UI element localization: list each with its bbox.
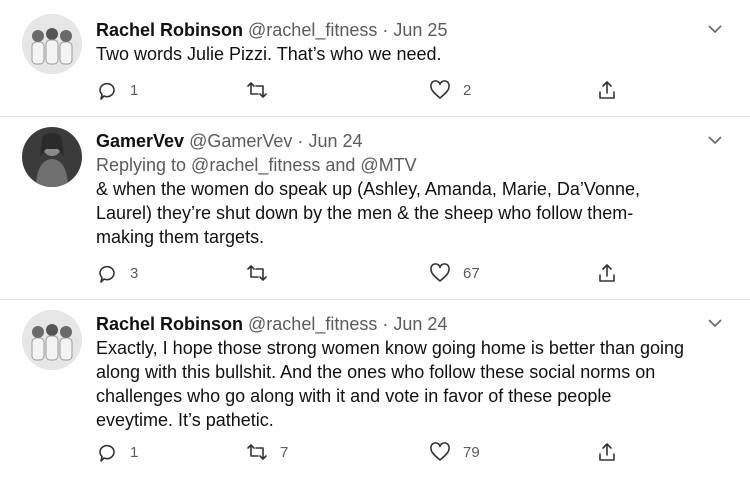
tweet-text: Two words Julie Pizzi. That’s who we nee… — [96, 42, 710, 66]
reply-count: 3 — [130, 264, 139, 282]
tweet-text-line: Exactly, I hope those strong women know … — [96, 338, 685, 358]
tweet-header: GamerVev @GamerVev · Jun 24 — [96, 129, 710, 153]
tweet-date[interactable]: Jun 25 — [393, 20, 447, 40]
retweet-button[interactable]: 7 — [246, 440, 288, 464]
display-name[interactable]: Rachel Robinson — [96, 20, 243, 40]
separator: · — [382, 314, 389, 334]
replying-to[interactable]: Replying to @rachel_fitness and @MTV — [96, 153, 710, 177]
tweet-text-line: challenges who go along with it and vote… — [96, 386, 612, 406]
tweet-text: & when the women do speak up (Ashley, Am… — [96, 177, 710, 249]
reply-button[interactable]: 3 — [96, 261, 138, 285]
separator: · — [297, 131, 304, 151]
chevron-down-icon — [708, 25, 722, 34]
tweet-actions: 1 7 79 — [96, 440, 636, 464]
heart-icon — [430, 80, 450, 99]
tweet-text-line: eveytime. It’s pathetic. — [96, 410, 274, 430]
tweet-header: Rachel Robinson @rachel_fitness · Jun 24 — [96, 312, 710, 336]
group-photo-icon — [22, 310, 82, 370]
tweet[interactable]: GamerVev @GamerVev · Jun 24 Replying to … — [0, 117, 750, 300]
heart-icon — [430, 442, 450, 461]
retweet-button[interactable] — [246, 261, 280, 285]
heart-icon — [430, 263, 450, 282]
retweet-button[interactable] — [246, 78, 280, 102]
reply-button[interactable]: 1 — [96, 78, 138, 102]
reply-count: 1 — [130, 443, 139, 461]
tweet-text-line: Laurel) they’re shut down by the men & t… — [96, 203, 634, 223]
tweet-text: Exactly, I hope those strong women know … — [96, 336, 710, 432]
share-icon — [599, 264, 615, 282]
group-photo-icon — [22, 14, 82, 74]
reply-count: 1 — [130, 81, 139, 99]
retweet-count: 7 — [280, 443, 289, 461]
speech-bubble-icon — [99, 444, 115, 462]
tweet-text-line: making them targets. — [96, 227, 265, 247]
speech-bubble-icon — [99, 265, 115, 283]
chevron-down-icon — [708, 319, 722, 328]
tweet-text-line: Two words Julie Pizzi. That’s who we nee… — [96, 44, 442, 64]
speech-bubble-icon — [99, 82, 115, 100]
avatar[interactable] — [22, 127, 82, 187]
share-button[interactable] — [596, 261, 618, 285]
reply-button[interactable]: 1 — [96, 440, 138, 464]
tweet[interactable]: Rachel Robinson @rachel_fitness · Jun 25… — [0, 0, 750, 117]
tweet-header: Rachel Robinson @rachel_fitness · Jun 25 — [96, 18, 710, 42]
retweet-icon — [247, 82, 267, 98]
share-icon — [599, 443, 615, 461]
like-button[interactable]: 79 — [429, 440, 480, 464]
tweet-date[interactable]: Jun 24 — [308, 131, 362, 151]
tweet-actions: 1 2 — [96, 78, 636, 102]
share-button[interactable] — [596, 440, 618, 464]
like-count: 2 — [463, 81, 472, 99]
tweet-date[interactable]: Jun 24 — [393, 314, 447, 334]
tweet-text-line: & when the women do speak up (Ashley, Am… — [96, 179, 640, 199]
retweet-icon — [247, 444, 267, 460]
profile-photo-icon — [22, 127, 82, 187]
more-options-button[interactable] — [706, 20, 724, 38]
tweet[interactable]: Rachel Robinson @rachel_fitness · Jun 24… — [0, 300, 750, 482]
chevron-down-icon — [708, 136, 722, 145]
separator: · — [382, 20, 389, 40]
user-handle[interactable]: @rachel_fitness — [248, 314, 377, 334]
user-handle[interactable]: @rachel_fitness — [248, 20, 377, 40]
share-icon — [599, 81, 615, 99]
like-count: 79 — [463, 443, 480, 461]
display-name[interactable]: Rachel Robinson — [96, 314, 243, 334]
share-button[interactable] — [596, 78, 618, 102]
like-button[interactable]: 2 — [429, 78, 471, 102]
like-count: 67 — [463, 264, 480, 282]
avatar[interactable] — [22, 14, 82, 74]
tweet-actions: 3 67 — [96, 261, 636, 285]
avatar[interactable] — [22, 310, 82, 370]
more-options-button[interactable] — [706, 314, 724, 332]
display-name[interactable]: GamerVev — [96, 131, 184, 151]
tweet-text-line: along with this bullshit. And the ones w… — [96, 362, 656, 382]
like-button[interactable]: 67 — [429, 261, 480, 285]
user-handle[interactable]: @GamerVev — [189, 131, 292, 151]
more-options-button[interactable] — [706, 131, 724, 149]
retweet-icon — [247, 265, 267, 281]
